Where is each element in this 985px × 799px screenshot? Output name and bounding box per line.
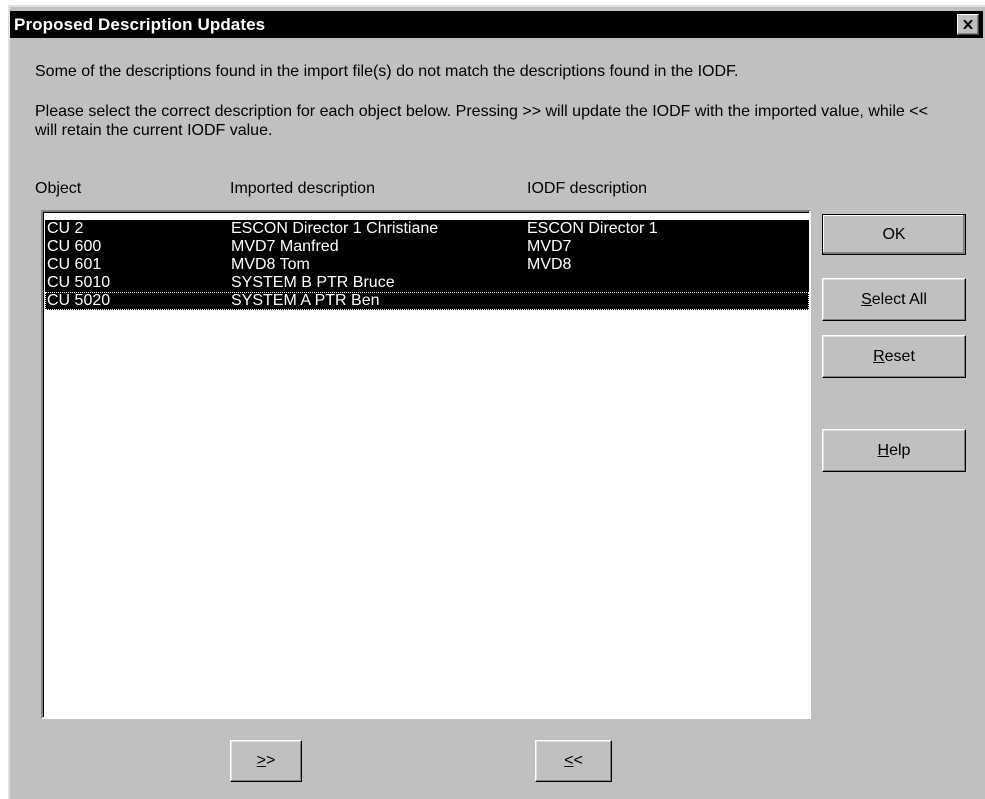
cell-imported: SYSTEM A PTR Ben: [231, 292, 380, 309]
cell-iodf: ESCON Director 1: [527, 220, 658, 237]
column-header-object: Object: [35, 180, 82, 197]
cell-object: CU 5010: [47, 274, 111, 291]
update-iodf-button-label: >>: [256, 752, 276, 769]
update-iodf-button[interactable]: >>: [230, 740, 302, 782]
list-item[interactable]: CU 5010 SYSTEM B PTR Bruce: [45, 274, 809, 292]
list-item[interactable]: CU 601 MVD8 Tom MVD8: [45, 256, 809, 274]
cell-object: CU 5020: [47, 292, 111, 309]
column-header-iodf: IODF description: [527, 180, 648, 197]
ok-button[interactable]: OK: [822, 214, 966, 255]
close-button[interactable]: [957, 14, 979, 35]
cell-object: CU 601: [47, 256, 102, 273]
dialog-window: Proposed Description Updates Some of the…: [8, 5, 985, 799]
select-all-button[interactable]: Select All: [822, 278, 966, 321]
list-item[interactable]: CU 600 MVD7 Manfred MVD7: [45, 238, 809, 256]
window-title: Proposed Description Updates: [14, 15, 266, 34]
cell-imported: MVD7 Manfred: [231, 238, 339, 255]
cell-iodf: MVD8: [527, 256, 572, 273]
column-header-imported: Imported description: [230, 180, 375, 197]
retain-iodf-button[interactable]: <<: [535, 740, 612, 782]
cell-object: CU 2: [47, 220, 84, 237]
reset-button[interactable]: Reset: [822, 335, 966, 378]
select-all-button-label: Select All: [861, 290, 927, 308]
help-button-label: Help: [877, 441, 911, 459]
cell-iodf: MVD7: [527, 238, 572, 255]
reset-button-label: Reset: [873, 347, 915, 365]
cell-imported: ESCON Director 1 Christiane: [231, 220, 439, 237]
cell-imported: MVD8 Tom: [231, 256, 310, 273]
info-message-2: Please select the correct description fo…: [35, 103, 928, 139]
help-button[interactable]: Help: [822, 429, 966, 472]
cell-imported: SYSTEM B PTR Bruce: [231, 274, 395, 291]
description-list[interactable]: CU 2 ESCON Director 1 Christiane ESCON D…: [41, 210, 811, 719]
info-message-1: Some of the descriptions found in the im…: [35, 63, 739, 80]
list-item[interactable]: CU 2 ESCON Director 1 Christiane ESCON D…: [45, 220, 809, 238]
retain-iodf-button-label: <<: [564, 752, 583, 769]
ok-button-label: OK: [882, 225, 906, 243]
cell-object: CU 600: [47, 238, 102, 255]
close-icon: [963, 20, 973, 29]
title-bar[interactable]: Proposed Description Updates: [10, 11, 983, 38]
list-item[interactable]: CU 5020 SYSTEM A PTR Ben: [45, 292, 809, 310]
